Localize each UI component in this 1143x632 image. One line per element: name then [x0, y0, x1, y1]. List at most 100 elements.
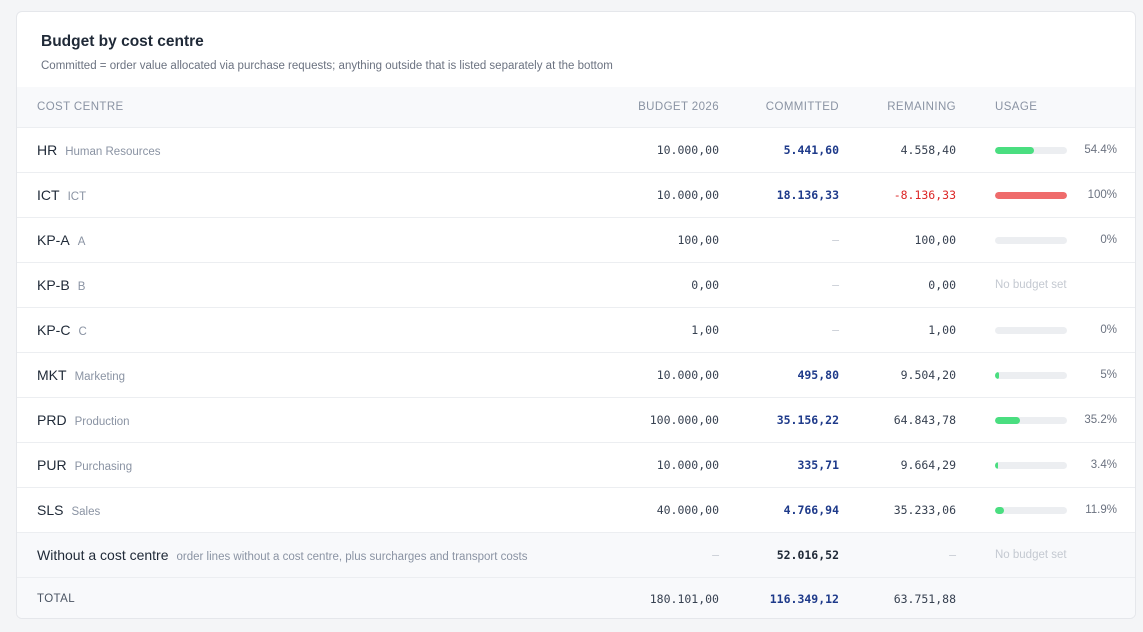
- usage-percent: 54.4%: [1084, 144, 1117, 156]
- usage-percent: 3.4%: [1090, 459, 1117, 471]
- usage-percent: 0%: [1100, 324, 1117, 336]
- remaining-value: 0,00: [928, 278, 956, 292]
- remaining-value: 1,00: [928, 323, 956, 337]
- remaining-value: 9.664,29: [900, 458, 956, 472]
- usage-bar: [995, 146, 1067, 154]
- committed-value: 495,80: [797, 368, 839, 382]
- column-header-cost-centre: COST CENTRE: [37, 101, 124, 113]
- cost-centre-code: SLS: [37, 502, 64, 518]
- no-budget-label: No budget set: [995, 549, 1067, 561]
- table-row: PUR Purchasing 10.000,00 335,71 9.664,29 3.4%: [17, 443, 1135, 488]
- usage-cell: 11.9%: [995, 504, 1117, 516]
- cost-centre-description: Human Resources: [65, 146, 161, 158]
- budget-value: 100,00: [677, 233, 719, 247]
- unassigned-budget: –: [712, 548, 719, 562]
- cost-centre-cell: MKT Marketing: [37, 367, 125, 383]
- budget-card: Budget by cost centre Committed = order …: [16, 11, 1136, 619]
- usage-bar-fill: [995, 191, 1067, 199]
- unassigned-label: Without a cost centre: [37, 547, 169, 563]
- cost-centre-code: PUR: [37, 457, 67, 473]
- table-row: SLS Sales 40.000,00 4.766,94 35.233,06 11.9%: [17, 488, 1135, 533]
- table-header: COST CENTRE BUDGET 2026 COMMITTED REMAIN…: [17, 87, 1135, 128]
- cost-centre-code: MKT: [37, 367, 67, 383]
- cost-centre-code: ICT: [37, 187, 60, 203]
- cost-centre-description: ICT: [67, 191, 87, 203]
- cost-centre-cell: PRD Production: [37, 412, 130, 428]
- total-budget: 180.101,00: [649, 591, 719, 606]
- cost-centre-description: Marketing: [74, 371, 126, 383]
- usage-percent: 100%: [1087, 189, 1117, 201]
- table-row: PRD Production 100.000,00 35.156,22 64.843,7…: [17, 398, 1135, 443]
- committed-value: –: [832, 233, 839, 247]
- usage-bar-fill: [995, 506, 1004, 514]
- column-header-budget: BUDGET 2026: [638, 101, 719, 113]
- cost-centre-cell: KP-B B: [37, 277, 85, 293]
- total-committed: 116.349,12: [769, 591, 839, 606]
- card-header: Budget by cost centre Committed = order …: [17, 12, 1135, 87]
- column-header-committed: COMMITTED: [765, 101, 839, 113]
- budget-value: 10.000,00: [656, 368, 719, 382]
- table-row: HR Human Resources 10.000,00 5.441,60 4.558,…: [17, 128, 1135, 173]
- cost-centre-description: Purchasing: [74, 461, 133, 473]
- cost-centre-description: Sales: [71, 506, 101, 518]
- usage-bar-fill: [995, 371, 999, 379]
- column-header-remaining: REMAINING: [887, 101, 956, 113]
- remaining-value: 9.504,20: [900, 368, 956, 382]
- card-title: Budget by cost centre: [41, 33, 204, 50]
- committed-value: –: [832, 278, 839, 292]
- usage-percent: 0%: [1100, 234, 1117, 246]
- cost-centre-cell: ICT ICT: [37, 187, 86, 203]
- unassigned-usage: No budget set: [995, 549, 1117, 561]
- usage-cell: No budget set: [995, 279, 1117, 291]
- budget-value: 10.000,00: [656, 188, 719, 202]
- total-remaining: 63.751,88: [893, 591, 956, 606]
- usage-cell: 5%: [995, 369, 1117, 381]
- usage-bar: [995, 371, 1067, 379]
- unassigned-remaining: –: [949, 548, 956, 562]
- cost-centre-code: PRD: [37, 412, 67, 428]
- usage-bar-fill: [995, 461, 998, 469]
- unassigned-name: Without a cost centre order lines withou…: [37, 547, 527, 563]
- usage-cell: 0%: [995, 234, 1117, 246]
- no-budget-label: No budget set: [995, 279, 1067, 291]
- usage-bar-fill: [995, 146, 1035, 154]
- cost-centre-cell: KP-C C: [37, 322, 87, 338]
- usage-bar: [995, 191, 1067, 199]
- cost-centre-cell: SLS Sales: [37, 502, 100, 518]
- cost-centre-description: B: [77, 281, 86, 293]
- budget-value: 1,00: [691, 323, 719, 337]
- usage-percent: 11.9%: [1085, 504, 1117, 516]
- remaining-value: 35.233,06: [893, 503, 956, 517]
- committed-value: 4.766,94: [783, 503, 839, 517]
- budget-value: 10.000,00: [656, 458, 719, 472]
- cost-centre-code: HR: [37, 142, 58, 158]
- unassigned-description: order lines without a cost centre, plus …: [176, 551, 528, 563]
- remaining-value: 100,00: [914, 233, 956, 247]
- cost-centre-description: C: [78, 326, 87, 338]
- usage-percent: 5%: [1100, 369, 1117, 381]
- cost-centre-description: Production: [74, 416, 130, 428]
- budget-value: 10.000,00: [656, 143, 719, 157]
- total-label: TOTAL: [37, 592, 75, 605]
- usage-percent: 35.2%: [1084, 414, 1117, 426]
- cost-centre-cell: KP-A A: [37, 232, 85, 248]
- budget-value: 40.000,00: [656, 503, 719, 517]
- usage-bar: [995, 236, 1067, 244]
- usage-cell: 3.4%: [995, 459, 1117, 471]
- total-row: TOTAL 180.101,00 116.349,12 63.751,88: [17, 578, 1135, 618]
- column-header-usage: USAGE: [995, 101, 1038, 113]
- cost-centre-code: KP-B: [37, 277, 70, 293]
- committed-value: –: [832, 323, 839, 337]
- budget-value: 0,00: [691, 278, 719, 292]
- cost-centre-cell: HR Human Resources: [37, 142, 160, 158]
- table-row: ICT ICT 10.000,00 18.136,33 -8.136,33 100%: [17, 173, 1135, 218]
- remaining-value: 64.843,78: [893, 413, 956, 427]
- usage-cell: 0%: [995, 324, 1117, 336]
- card-subtitle: Committed = order value allocated via pu…: [41, 60, 613, 72]
- committed-value: 335,71: [797, 458, 839, 472]
- usage-bar: [995, 461, 1067, 469]
- cost-centre-cell: PUR Purchasing: [37, 457, 132, 473]
- committed-value: 35.156,22: [776, 413, 839, 427]
- cost-centre-code: KP-C: [37, 322, 71, 338]
- usage-bar: [995, 416, 1067, 424]
